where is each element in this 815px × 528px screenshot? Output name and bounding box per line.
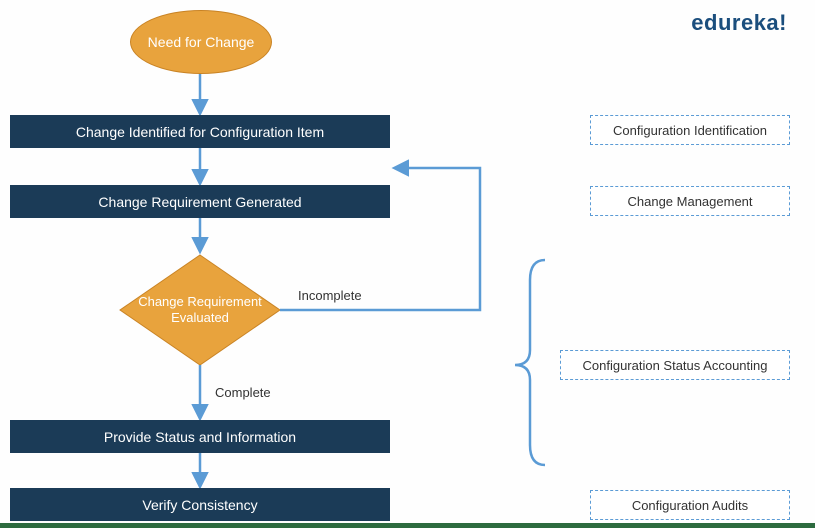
edge-incomplete-label: Incomplete	[298, 288, 362, 303]
step-label: Verify Consistency	[142, 497, 257, 513]
side-label-text: Configuration Status Accounting	[582, 358, 767, 373]
decision-text: Change Requirement Evaluated	[120, 294, 280, 325]
bottom-accent-bar	[0, 523, 815, 528]
side-label-text: Change Management	[627, 194, 752, 209]
edge-complete-label: Complete	[215, 385, 271, 400]
side-label-text: Configuration Identification	[613, 123, 767, 138]
step-change-requirement-generated: Change Requirement Generated	[10, 185, 390, 218]
decision-label: Change Requirement Evaluated	[120, 255, 280, 365]
side-configuration-identification: Configuration Identification	[590, 115, 790, 145]
step-label: Change Requirement Generated	[98, 194, 301, 210]
decision-node: Change Requirement Evaluated	[120, 255, 280, 365]
step-label: Provide Status and Information	[104, 429, 296, 445]
side-configuration-audits: Configuration Audits	[590, 490, 790, 520]
start-node-label: Need for Change	[148, 34, 255, 50]
side-label-text: Configuration Audits	[632, 498, 748, 513]
step-provide-status: Provide Status and Information	[10, 420, 390, 453]
side-configuration-status-accounting: Configuration Status Accounting	[560, 350, 790, 380]
side-change-management: Change Management	[590, 186, 790, 216]
step-label: Change Identified for Configuration Item	[76, 124, 324, 140]
edge-text: Complete	[215, 385, 271, 400]
start-node: Need for Change	[130, 10, 272, 74]
step-change-identified: Change Identified for Configuration Item	[10, 115, 390, 148]
step-verify-consistency: Verify Consistency	[10, 488, 390, 521]
edge-text: Incomplete	[298, 288, 362, 303]
